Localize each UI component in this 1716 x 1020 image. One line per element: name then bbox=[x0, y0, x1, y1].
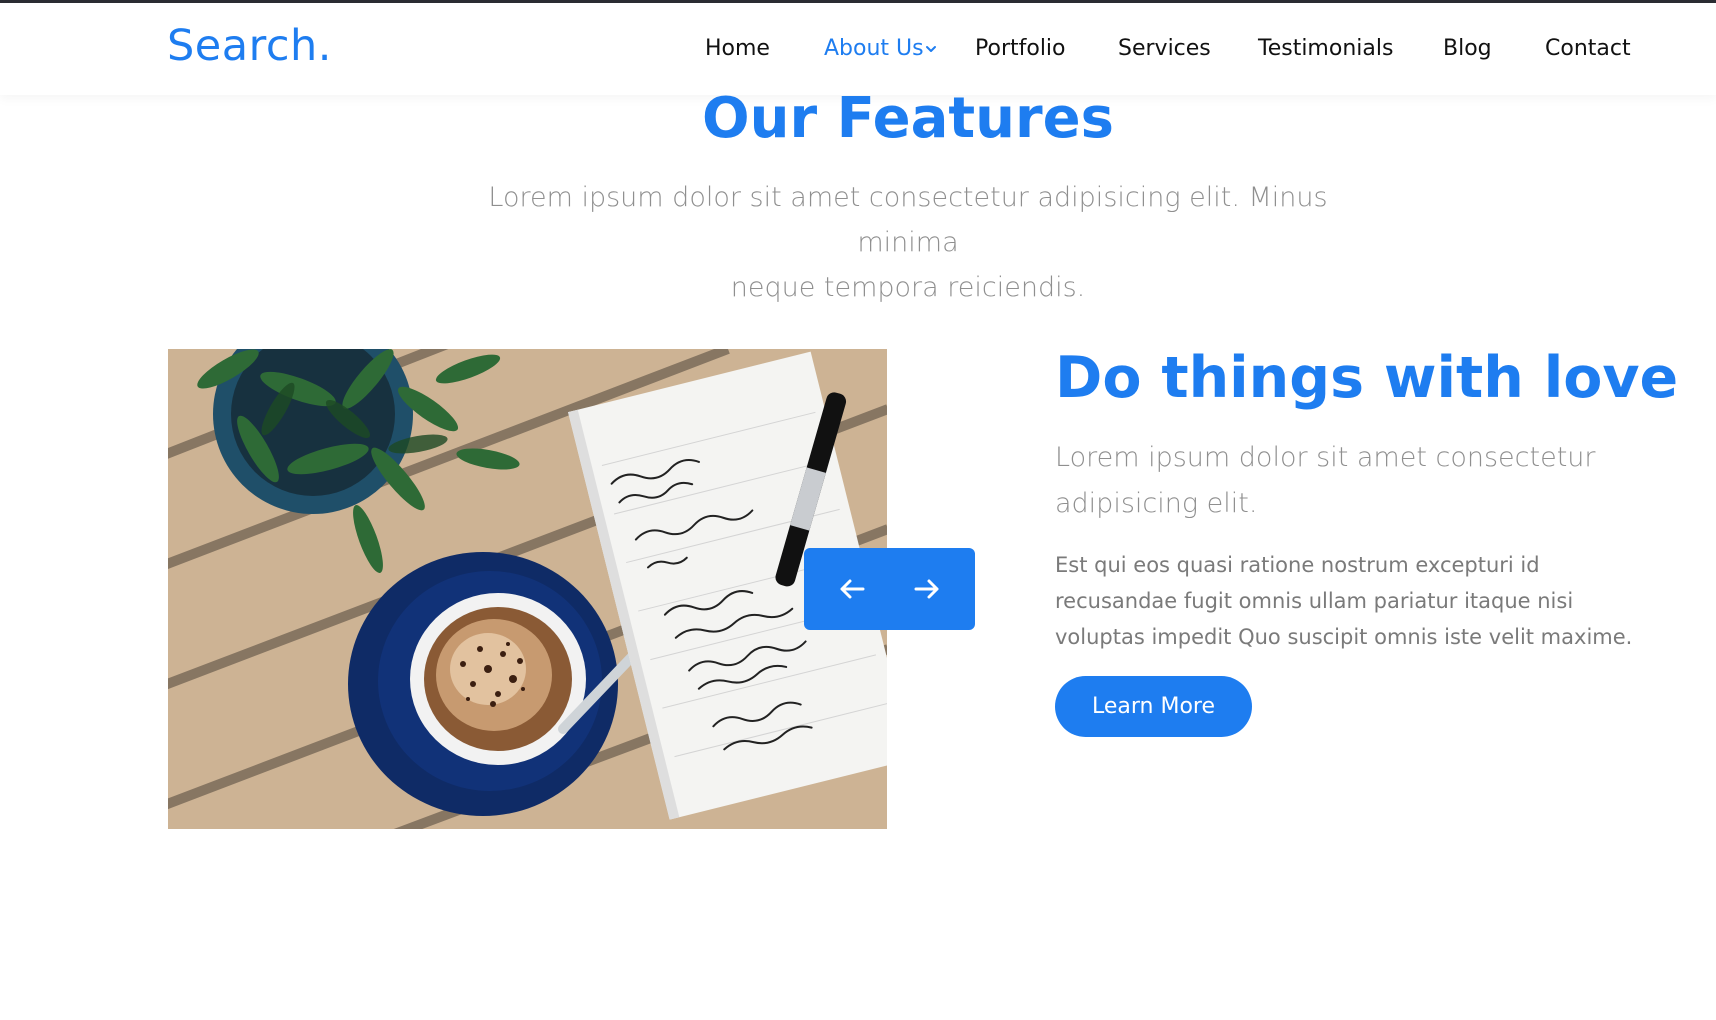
feature-image bbox=[168, 349, 887, 829]
nav-about-us[interactable]: About Us bbox=[824, 36, 924, 61]
nav-contact[interactable]: Contact bbox=[1545, 36, 1631, 61]
coffee-notebook-photo bbox=[168, 349, 887, 829]
features-subtitle-line1: Lorem ipsum dolor sit amet consectetur a… bbox=[488, 182, 1328, 258]
nav-blog[interactable]: Blog bbox=[1443, 36, 1492, 61]
feature-title: Do things with love bbox=[1055, 345, 1679, 411]
learn-more-button[interactable]: Learn More bbox=[1055, 676, 1252, 737]
features-subtitle-line2: neque tempora reiciendis. bbox=[730, 272, 1086, 303]
nav-services[interactable]: Services bbox=[1118, 36, 1211, 61]
site-header: Search. Home About Us Portfolio Services… bbox=[0, 3, 1716, 95]
features-title: Our Features bbox=[702, 86, 1114, 151]
feature-description: Est qui eos quasi ratione nostrum except… bbox=[1055, 553, 1633, 649]
chevron-down-icon[interactable] bbox=[924, 42, 938, 56]
arrow-left-icon[interactable] bbox=[835, 572, 869, 606]
slider-nav bbox=[804, 548, 975, 630]
features-subtitle: Lorem ipsum dolor sit amet consectetur a… bbox=[470, 175, 1346, 310]
nav-testimonials[interactable]: Testimonials bbox=[1258, 36, 1393, 61]
nav-home[interactable]: Home bbox=[705, 36, 770, 61]
feature-lead: Lorem ipsum dolor sit amet consectetur a… bbox=[1055, 442, 1596, 519]
arrow-right-icon[interactable] bbox=[910, 572, 944, 606]
main-nav: Home About Us Portfolio Services Testimo… bbox=[0, 36, 1716, 66]
nav-portfolio[interactable]: Portfolio bbox=[975, 36, 1066, 61]
